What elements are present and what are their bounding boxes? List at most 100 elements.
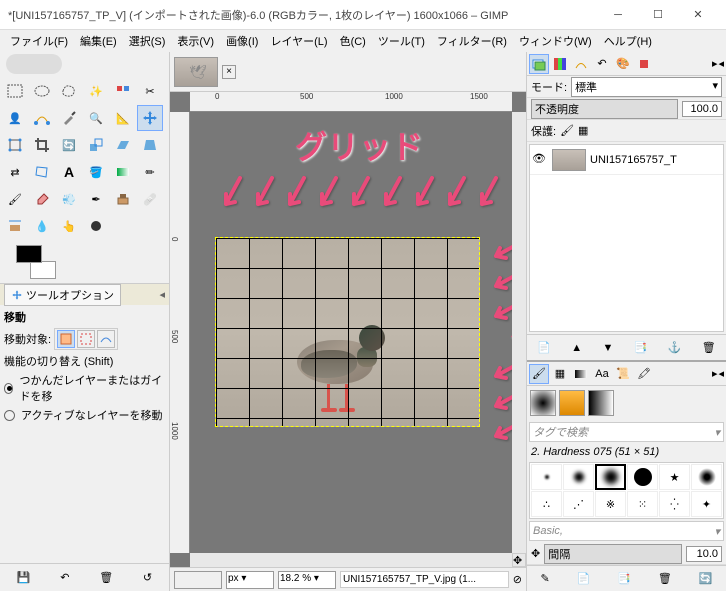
menu-file[interactable]: ファイル(F) xyxy=(4,30,74,52)
perspective-clone-tool[interactable] xyxy=(2,213,28,239)
fg-color[interactable] xyxy=(16,245,42,263)
shear-tool[interactable] xyxy=(110,132,136,158)
gradient-preview[interactable] xyxy=(588,390,614,416)
history-tab[interactable]: 📜 xyxy=(613,364,633,384)
refresh-brush-icon[interactable]: 🔄 xyxy=(699,572,713,585)
menu-select[interactable]: 選択(S) xyxy=(123,30,172,52)
new-layer-icon[interactable]: 📄 xyxy=(537,341,551,354)
fonts-tab[interactable]: Aa xyxy=(592,364,612,384)
paths-tab[interactable] xyxy=(571,54,591,74)
crop-tool[interactable] xyxy=(29,132,55,158)
move-target-layer[interactable] xyxy=(57,330,75,348)
canvas[interactable]: グリッド グリッド xyxy=(190,112,512,553)
menu-filter[interactable]: フィルター(R) xyxy=(431,30,513,52)
radio-active-layer[interactable] xyxy=(4,410,15,421)
scrollbar-horizontal[interactable] xyxy=(190,553,512,567)
paintbrush-tool[interactable]: 🖌 xyxy=(2,186,28,212)
bg-color[interactable] xyxy=(30,261,56,279)
text-tool[interactable]: A xyxy=(56,159,82,185)
duplicate-brush-icon[interactable]: 📑 xyxy=(617,572,631,585)
cancel-icon[interactable]: ⊘ xyxy=(513,573,522,586)
menu-image[interactable]: 画像(I) xyxy=(220,30,264,52)
blend-tool[interactable] xyxy=(110,159,136,185)
ink-tool[interactable]: ✒ xyxy=(83,186,109,212)
align-tool[interactable] xyxy=(2,132,28,158)
zoom-selector[interactable]: 18.2 % ▾ xyxy=(278,571,336,589)
pattern-preview[interactable] xyxy=(559,390,585,416)
visibility-icon[interactable]: 👁 xyxy=(532,152,548,168)
menu-window[interactable]: ウィンドウ(W) xyxy=(513,30,598,52)
move-target-path[interactable] xyxy=(97,330,115,348)
layers-tab[interactable] xyxy=(529,54,549,74)
opacity-value[interactable]: 100.0 xyxy=(682,101,722,117)
nav-icon[interactable]: ✥ xyxy=(531,547,540,560)
eraser-tool[interactable] xyxy=(29,186,55,212)
brush-item[interactable] xyxy=(627,464,658,490)
unit-selector[interactable]: px ▾ xyxy=(226,571,274,589)
measure-tool[interactable]: 📐 xyxy=(110,105,136,131)
rect-select-tool[interactable] xyxy=(2,78,28,104)
minimize-button[interactable]: ─ xyxy=(598,1,638,29)
restore-options-icon[interactable]: ↶ xyxy=(60,571,69,584)
spacing-value[interactable]: 10.0 xyxy=(686,546,722,562)
by-color-select-tool[interactable] xyxy=(110,78,136,104)
duplicate-layer-icon[interactable]: 📑 xyxy=(634,341,648,354)
close-button[interactable]: ✕ xyxy=(678,1,718,29)
navigation-button[interactable]: ✥ xyxy=(512,553,526,567)
image-tab-thumb[interactable] xyxy=(174,57,218,87)
mode-select[interactable]: 標準 ▾ xyxy=(571,77,722,97)
ellipse-select-tool[interactable] xyxy=(29,78,55,104)
brush-item[interactable] xyxy=(691,464,722,490)
save-options-icon[interactable]: 💾 xyxy=(17,571,31,584)
mypaint-tab[interactable]: 🖍 xyxy=(634,364,654,384)
airbrush-tool[interactable]: 💨 xyxy=(56,186,82,212)
menu-view[interactable]: 表示(V) xyxy=(171,30,220,52)
move-tool[interactable] xyxy=(137,105,163,131)
menu-help[interactable]: ヘルプ(H) xyxy=(598,30,658,52)
tag-search[interactable]: タグで検索▾ xyxy=(529,422,724,442)
scrollbar-vertical[interactable] xyxy=(512,112,526,553)
reset-options-icon[interactable]: ↺ xyxy=(143,571,152,584)
menu-tools[interactable]: ツール(T) xyxy=(372,30,431,52)
fuzzy-select-tool[interactable]: ✨ xyxy=(83,78,109,104)
delete-options-icon[interactable]: 🗑 xyxy=(99,571,113,584)
rotate-tool[interactable]: 🔄 xyxy=(56,132,82,158)
bucket-fill-tool[interactable]: 🪣 xyxy=(83,159,109,185)
color-picker-tool[interactable] xyxy=(56,105,82,131)
ruler-horizontal[interactable]: 0 500 1000 1500 xyxy=(190,92,512,112)
perspective-tool[interactable] xyxy=(137,132,163,158)
brush-item[interactable]: ⁛ xyxy=(659,491,690,517)
clone-tool[interactable] xyxy=(110,186,136,212)
menu-edit[interactable]: 編集(E) xyxy=(74,30,123,52)
ruler-vertical[interactable]: 0 500 1000 xyxy=(170,112,190,553)
color-swatches[interactable] xyxy=(4,245,44,279)
foreground-select-tool[interactable]: 👤 xyxy=(2,105,28,131)
pointer-tab[interactable] xyxy=(634,54,654,74)
dock-menu-icon[interactable]: ◂ xyxy=(159,288,165,301)
opacity-slider[interactable]: 不透明度 xyxy=(531,99,678,119)
channels-tab[interactable] xyxy=(550,54,570,74)
brush-item[interactable]: ✦ xyxy=(691,491,722,517)
brush-item[interactable] xyxy=(595,464,626,490)
heal-tool[interactable]: 🩹 xyxy=(137,186,163,212)
scissors-tool[interactable]: ✂ xyxy=(137,78,163,104)
lock-alpha-icon[interactable]: ▦ xyxy=(578,124,588,137)
edit-brush-icon[interactable]: ✎ xyxy=(540,572,549,585)
blur-tool[interactable]: 💧 xyxy=(29,213,55,239)
scale-tool[interactable] xyxy=(83,132,109,158)
tool-options-tab[interactable]: ツールオプション xyxy=(4,284,121,306)
zoom-tool[interactable]: 🔍 xyxy=(83,105,109,131)
dock-menu-icon[interactable]: ◂ xyxy=(718,367,724,380)
brush-item[interactable]: ★ xyxy=(659,464,690,490)
layer-name[interactable]: UNI157165757_T xyxy=(590,154,677,166)
raise-layer-icon[interactable]: ▲ xyxy=(571,342,582,354)
brush-grid[interactable]: ★ ∴ ⋰ ※ ⁙ ⁛ ✦ xyxy=(529,462,724,519)
maximize-button[interactable]: ☐ xyxy=(638,1,678,29)
brush-item[interactable]: ⁙ xyxy=(627,491,658,517)
cage-tool[interactable] xyxy=(29,159,55,185)
brush-preview[interactable] xyxy=(530,390,556,416)
tab-overflow-icon[interactable]: ▸ xyxy=(712,367,718,380)
layer-list[interactable]: 👁 UNI157165757_T xyxy=(529,144,724,332)
preset-select[interactable]: Basic,▾ xyxy=(529,521,724,541)
close-tab-icon[interactable]: × xyxy=(222,65,236,79)
